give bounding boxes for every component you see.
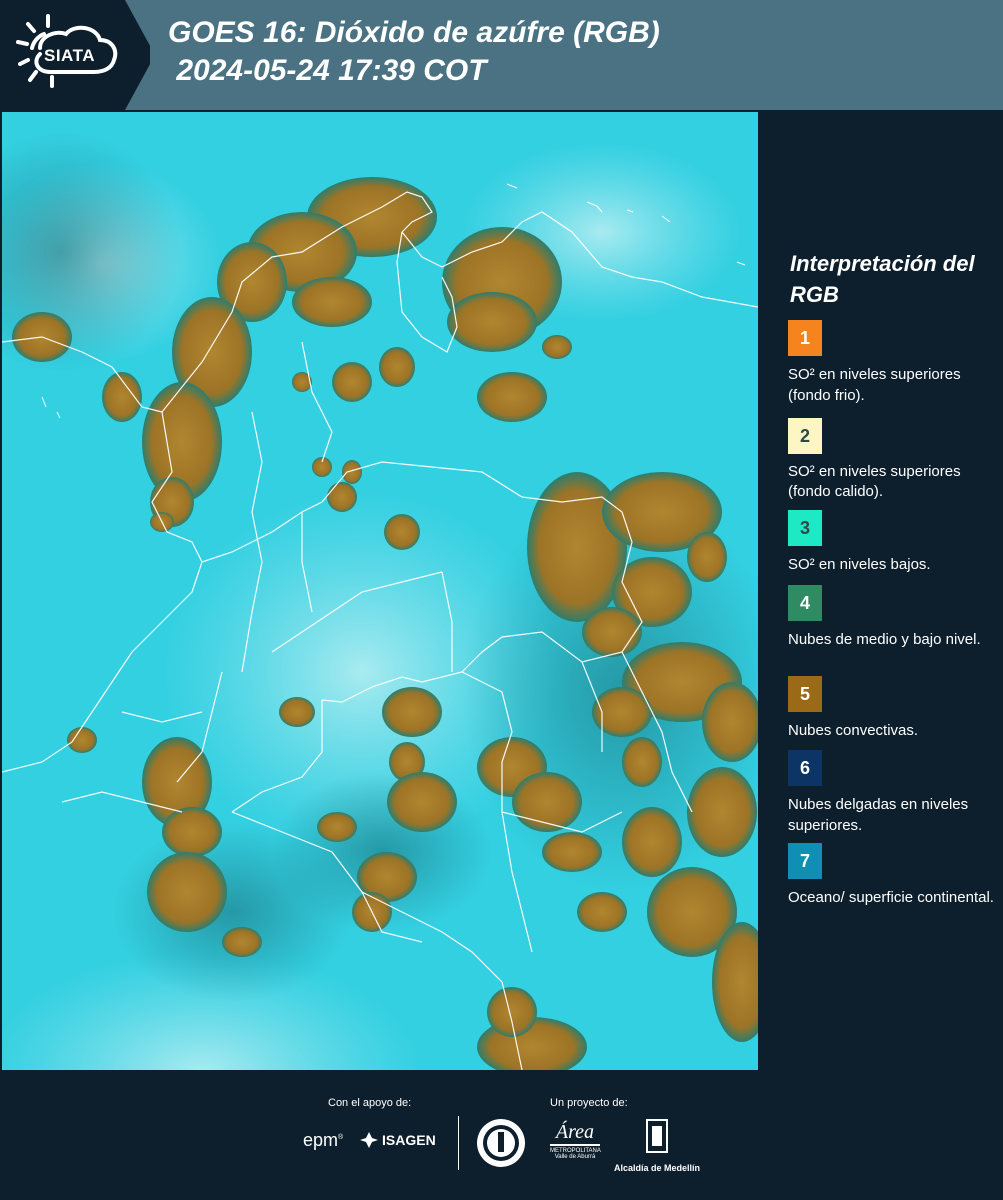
medellin-seal	[476, 1118, 526, 1173]
support-label: Con el apoyo de:	[328, 1097, 412, 1109]
legend-swatch: 1	[788, 320, 822, 356]
rgb-composite-map	[2, 112, 758, 1070]
alcaldia-logo: Alcaldía de Medellín	[612, 1118, 702, 1173]
logo-text: SIATA	[44, 46, 95, 65]
legend-num: 2	[799, 425, 810, 446]
legend-item-6: 6 Nubes delgadas en niveles superiores.	[788, 750, 998, 836]
legend-num: 4	[799, 592, 810, 613]
siata-logo: SIATA	[0, 0, 150, 110]
legend-item-3: 3 SO² en niveles bajos.	[788, 510, 998, 575]
legend-item-4: 4 Nubes de medio y bajo nivel.	[788, 585, 998, 650]
legend-text: SO² en niveles superiores (fondo calido)…	[788, 463, 961, 500]
legend-num: 7	[799, 850, 810, 871]
legend-text: Oceano/ superficie continental.	[788, 889, 994, 906]
page-title: GOES 16: Dióxido de azúfre (RGB) 2024-05…	[168, 14, 660, 90]
title-datetime: 2024-05-24 17:39 COT	[168, 54, 487, 87]
title-product: GOES 16: Dióxido de azúfre (RGB)	[168, 16, 660, 49]
legend-num: 6	[799, 757, 810, 778]
area-metropolitana-logo: Área METROPOLITANA Valle de Aburrá	[550, 1120, 601, 1160]
header: SIATA GOES 16: Dióxido de azúfre (RGB) 2…	[0, 0, 1003, 110]
footer: Con el apoyo de: Un proyecto de: epm® IS…	[0, 1070, 1003, 1200]
isagen-icon	[360, 1132, 378, 1148]
legend-num: 5	[799, 683, 810, 704]
legend-swatch: 6	[788, 750, 822, 786]
legend-num: 3	[799, 517, 810, 538]
legend-text: Nubes de medio y bajo nivel.	[788, 631, 981, 648]
coat-of-arms-icon	[646, 1119, 668, 1153]
legend-item-5: 5 Nubes convectivas.	[788, 676, 998, 741]
legend-text: SO² en niveles superiores (fondo frio).	[788, 366, 961, 404]
legend-num: 1	[799, 327, 810, 348]
legend-title: Interpretación del RGB	[790, 251, 975, 307]
project-label: Un proyecto de:	[550, 1097, 628, 1109]
legend-swatch: 5	[788, 676, 822, 712]
footer-divider	[458, 1116, 459, 1170]
legend-swatch: 7	[788, 843, 822, 879]
epm-text: epm	[303, 1130, 339, 1150]
legend-text: Nubes delgadas en niveles superiores.	[788, 796, 969, 834]
legend-item-2: 2 SO² en niveles superiores (fondo calid…	[788, 418, 998, 502]
isagen-logo: ISAGEN	[360, 1132, 436, 1148]
satellite-image[interactable]	[2, 112, 758, 1070]
legend-text: Nubes convectivas.	[788, 722, 919, 739]
area-logo-text: Área	[550, 1120, 600, 1146]
legend-swatch: 3	[788, 510, 822, 546]
isagen-text: ISAGEN	[382, 1132, 436, 1148]
legend-item-7: 7 Oceano/ superficie continental.	[788, 843, 998, 908]
legend-swatch: 4	[788, 585, 822, 621]
alcaldia-text: Alcaldía de Medellín	[613, 1163, 701, 1173]
legend-item-1: 1 SO² en niveles superiores (fondo frio)…	[788, 320, 998, 406]
legend-swatch: 2	[788, 418, 822, 454]
legend-text: SO² en niveles bajos.	[788, 556, 931, 573]
seal-icon	[477, 1119, 525, 1167]
legend-panel: Interpretación del RGB 1 SO² en niveles …	[760, 110, 1003, 1070]
epm-logo: epm®	[303, 1130, 344, 1150]
area-sub2: Valle de Aburrá	[554, 1154, 596, 1160]
